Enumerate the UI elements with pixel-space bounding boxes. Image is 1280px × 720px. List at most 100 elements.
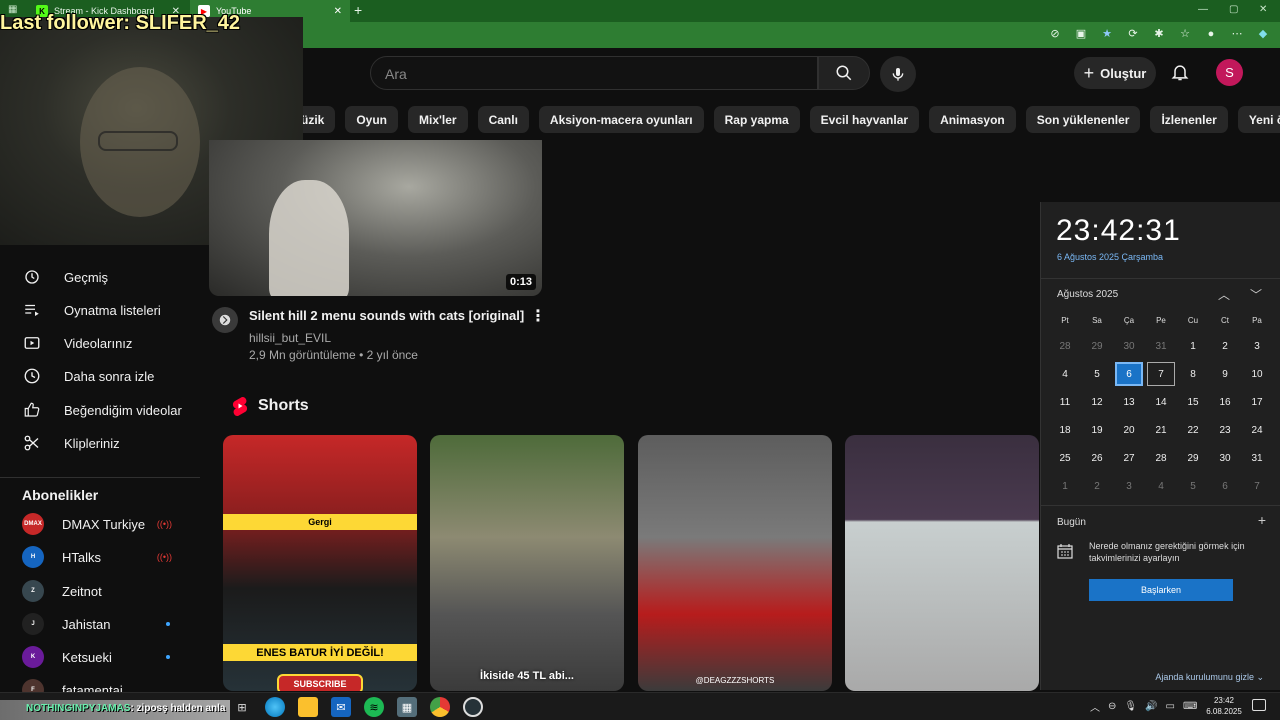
calendar-day[interactable]: 25	[1051, 446, 1079, 470]
close-tab-icon[interactable]: ✕	[334, 6, 342, 17]
hide-agenda-link[interactable]: Ajanda kurulumunu gizle ⌄	[1155, 672, 1264, 683]
chip-mixes[interactable]: Mix'ler	[408, 106, 468, 133]
calendar-day[interactable]: 20	[1115, 418, 1143, 442]
copilot-icon[interactable]: ◆	[1256, 27, 1270, 41]
calendar-day[interactable]: 28	[1147, 446, 1175, 470]
favorites-icon[interactable]: ☆	[1178, 27, 1192, 41]
calendar-day[interactable]: 30	[1211, 446, 1239, 470]
chip-pets[interactable]: Evcil hayvanlar	[809, 106, 920, 133]
calendar-day[interactable]: 31	[1243, 446, 1271, 470]
calendar-day[interactable]: 15	[1179, 390, 1207, 414]
bookmark-star-icon[interactable]: ★	[1100, 27, 1114, 41]
calendar-day[interactable]: 30	[1115, 334, 1143, 358]
calendar-day[interactable]: 7	[1147, 362, 1175, 386]
calendar-day[interactable]: 6	[1115, 362, 1143, 386]
calendar-day[interactable]: 13	[1115, 390, 1143, 414]
minimize-button[interactable]: —	[1198, 4, 1208, 15]
short-video-card[interactable]: @DEAGZZZSHORTS	[638, 435, 832, 691]
new-tab-button[interactable]: +	[354, 2, 362, 18]
calendar-day[interactable]: 3	[1115, 474, 1143, 498]
calendar-day[interactable]: 3	[1243, 334, 1271, 358]
menu-icon[interactable]: ⋯	[1230, 27, 1244, 41]
subscription-item[interactable]: H HTalks ((•))	[22, 545, 192, 569]
calendar-day[interactable]: 16	[1211, 390, 1239, 414]
channel-avatar[interactable]	[212, 307, 238, 333]
calendar-day[interactable]: 24	[1243, 418, 1271, 442]
sidebar-item-history[interactable]: Geçmiş	[22, 265, 108, 289]
subscription-item[interactable]: Z Zeitnot	[22, 579, 192, 603]
calendar-day[interactable]: 9	[1211, 362, 1239, 386]
calendar-day[interactable]: 21	[1147, 418, 1175, 442]
create-button[interactable]: + Oluştur	[1074, 57, 1156, 89]
chip-action-adventure[interactable]: Aksiyon-macera oyunları	[538, 106, 704, 133]
calendar-day[interactable]: 23	[1211, 418, 1239, 442]
calendar-day[interactable]: 19	[1083, 418, 1111, 442]
video-channel-name[interactable]: hillsii_but_EVIL	[249, 331, 331, 345]
edge-icon[interactable]	[265, 697, 285, 717]
video-title[interactable]: Silent hill 2 menu sounds with cats [ori…	[249, 308, 524, 323]
add-event-icon[interactable]: +	[1258, 512, 1266, 528]
sidebar-item-your-videos[interactable]: Videolarınız	[22, 331, 132, 355]
calculator-icon[interactable]: ▦	[397, 697, 417, 717]
calendar-day[interactable]: 29	[1083, 334, 1111, 358]
calendar-month-label[interactable]: Ağustos 2025	[1057, 289, 1118, 300]
calendar-day[interactable]: 4	[1051, 362, 1079, 386]
chip-games[interactable]: Oyun	[345, 106, 399, 133]
short-video-card[interactable]: Gergi ENES BATUR İYİ DEĞİL! SUBSCRIBE	[223, 435, 417, 691]
subscription-item[interactable]: J Jahistan	[22, 612, 192, 636]
calendar-day[interactable]: 5	[1083, 362, 1111, 386]
search-input[interactable]: Ara	[370, 56, 818, 90]
task-view-icon[interactable]: ⊞	[232, 697, 252, 717]
sidebar-item-watch-later[interactable]: Daha sonra izle	[22, 364, 154, 388]
more-actions-icon[interactable]: ⋮	[530, 306, 546, 326]
chip-watched[interactable]: İzlenenler	[1150, 106, 1228, 133]
calendar-day[interactable]: 5	[1179, 474, 1207, 498]
calendar-day[interactable]: 6	[1211, 474, 1239, 498]
calendar-day[interactable]: 8	[1179, 362, 1207, 386]
spotify-icon[interactable]: ≋	[364, 697, 384, 717]
taskbar-clock[interactable]: 23:42 6.08.2025	[1204, 695, 1244, 717]
chip-live[interactable]: Canlı	[477, 106, 529, 133]
chip-new-to-you[interactable]: Yeni öneriler	[1237, 106, 1280, 133]
calendar-day[interactable]: 2	[1211, 334, 1239, 358]
calendar-day[interactable]: 7	[1243, 474, 1271, 498]
chip-animation[interactable]: Animasyon	[929, 106, 1016, 133]
calendar-day[interactable]: 1	[1051, 474, 1079, 498]
calendar-day[interactable]: 2	[1083, 474, 1111, 498]
calendar-day[interactable]: 28	[1051, 334, 1079, 358]
notification-center-icon[interactable]	[1252, 699, 1266, 711]
calendar-day[interactable]: 22	[1179, 418, 1207, 442]
calendar-day[interactable]: 27	[1115, 446, 1143, 470]
calendar-day[interactable]: 4	[1147, 474, 1175, 498]
search-button[interactable]	[818, 56, 870, 90]
chip-rap[interactable]: Rap yapma	[713, 106, 800, 133]
microphone-icon[interactable]: 🎙	[1124, 701, 1137, 712]
mail-icon[interactable]: ✉	[331, 697, 351, 717]
subscription-item[interactable]: DMAX DMAX Turkiye ((•))	[22, 512, 192, 536]
keyboard-layout-icon[interactable]: ⌨	[1183, 701, 1197, 712]
close-window-button[interactable]: ✕	[1259, 4, 1267, 15]
puzzle-icon[interactable]: ✱	[1152, 27, 1166, 41]
short-video-card[interactable]	[845, 435, 1039, 691]
voice-search-button[interactable]	[880, 56, 916, 92]
battery-icon[interactable]: ▭	[1166, 701, 1175, 712]
calendar-day[interactable]: 1	[1179, 334, 1207, 358]
translate-icon[interactable]: ⊘	[1048, 27, 1062, 41]
calendar-day[interactable]: 14	[1147, 390, 1175, 414]
flyout-date-link[interactable]: 6 Ağustos 2025 Çarşamba	[1057, 252, 1163, 262]
sidebar-item-clips[interactable]: Klipleriniz	[22, 431, 120, 455]
calendar-day[interactable]: 12	[1083, 390, 1111, 414]
calendar-day[interactable]: 10	[1243, 362, 1271, 386]
tray-overflow-icon[interactable]: ︿	[1090, 699, 1100, 714]
calendar-day[interactable]: 17	[1243, 390, 1271, 414]
notifications-button[interactable]	[1168, 60, 1192, 84]
file-explorer-icon[interactable]	[298, 697, 318, 717]
volume-icon[interactable]: 🔊	[1145, 701, 1157, 712]
chevron-up-icon[interactable]: ︿	[1218, 286, 1230, 303]
extensions-icon[interactable]: ⟳	[1126, 27, 1140, 41]
profile-icon[interactable]: ●	[1204, 27, 1218, 41]
chip-recently-uploaded[interactable]: Son yüklenenler	[1025, 106, 1141, 133]
sidebar-item-liked-videos[interactable]: Beğendiğim videolar	[22, 398, 182, 422]
calendar-day[interactable]: 29	[1179, 446, 1207, 470]
calendar-day[interactable]: 11	[1051, 390, 1079, 414]
